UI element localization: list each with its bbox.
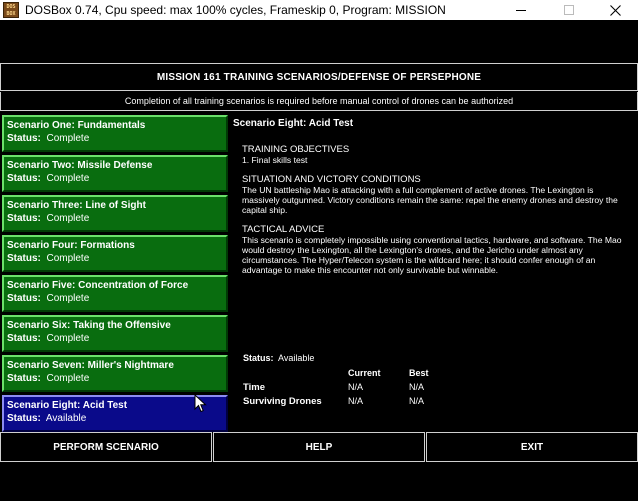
- scenario-status: Status: Complete: [7, 372, 226, 386]
- action-bar: PERFORM SCENARIO HELP EXIT: [0, 432, 638, 462]
- status-value: Available: [278, 353, 315, 363]
- drones-best-value: N/A: [409, 396, 425, 406]
- scenario-detail-panel: Scenario Eight: Acid Test TRAINING OBJEC…: [233, 113, 636, 431]
- section-text: The UN battleship Mao is attacking with …: [242, 185, 618, 215]
- scenario-status: Status: Available: [7, 412, 226, 426]
- perform-scenario-button[interactable]: PERFORM SCENARIO: [0, 432, 212, 462]
- status-label: Status:: [7, 333, 41, 344]
- mission-title: MISSION 161 TRAINING SCENARIOS/DEFENSE O…: [0, 63, 638, 91]
- scenario-name: Scenario Three: Line of Sight: [7, 200, 146, 211]
- window-title: DOSBox 0.74, Cpu speed: max 100% cycles,…: [25, 3, 446, 17]
- exit-button[interactable]: EXIT: [426, 432, 638, 462]
- scenario-status: Status: Complete: [7, 252, 226, 266]
- status-value: Complete: [46, 173, 90, 184]
- status-label: Status:: [7, 253, 41, 264]
- section-text: 1. Final skills test: [242, 155, 308, 165]
- drones-current-value: N/A: [348, 396, 364, 406]
- tactical-advice-section: TACTICAL ADVICE This scenario is complet…: [242, 224, 626, 276]
- status-value: Complete: [46, 133, 90, 144]
- maximize-icon: [564, 5, 574, 15]
- status-label: Status:: [7, 373, 41, 384]
- minimize-icon: [516, 10, 526, 11]
- scenario-name: Scenario One: Fundamentals: [7, 120, 146, 131]
- row-label-time: Time: [243, 382, 266, 393]
- mouse-pointer-icon: [194, 394, 207, 413]
- time-best-value: N/A: [409, 382, 425, 392]
- section-text: This scenario is completely impossible u…: [242, 235, 622, 275]
- help-button[interactable]: HELP: [213, 432, 425, 462]
- scenario-item-three[interactable]: Scenario Three: Line of Sight Status: Co…: [2, 195, 228, 232]
- scenario-name: Scenario Seven: Miller's Nightmare: [7, 360, 174, 371]
- scenario-item-seven[interactable]: Scenario Seven: Miller's Nightmare Statu…: [2, 355, 228, 392]
- scenario-name: Scenario Six: Taking the Offensive: [7, 320, 171, 331]
- scenario-status: Status: Complete: [7, 172, 226, 186]
- scenario-item-five[interactable]: Scenario Five: Concentration of Force St…: [2, 275, 228, 312]
- victory-conditions-section: SITUATION AND VICTORY CONDITIONS The UN …: [242, 174, 626, 216]
- status-label: Status:: [7, 413, 41, 424]
- status-value: Complete: [46, 373, 90, 384]
- column-header-current: Current: [348, 368, 381, 378]
- status-value: Available: [45, 413, 87, 424]
- status-label: Status:: [7, 213, 41, 224]
- scenario-item-two[interactable]: Scenario Two: Missile Defense Status: Co…: [2, 155, 228, 192]
- time-current-value: N/A: [348, 382, 364, 392]
- scenario-item-one[interactable]: Scenario One: Fundamentals Status: Compl…: [2, 115, 228, 152]
- training-objectives-section: TRAINING OBJECTIVES 1. Final skills test: [242, 144, 626, 166]
- status-label: Status:: [243, 353, 274, 363]
- scenario-status: Status: Complete: [7, 292, 226, 306]
- status-label: Status:: [7, 173, 41, 184]
- training-notice: Completion of all training scenarios is …: [0, 92, 638, 111]
- scenario-name: Scenario Four: Formations: [7, 240, 135, 251]
- status-value: Complete: [46, 333, 90, 344]
- status-value: Complete: [46, 293, 90, 304]
- column-header-best: Best: [409, 368, 429, 378]
- minimize-button[interactable]: [498, 0, 544, 20]
- scenario-status: Status: Complete: [7, 132, 226, 146]
- scenario-status: Status: Complete: [7, 212, 226, 226]
- maximize-button[interactable]: [546, 0, 592, 20]
- section-heading: SITUATION AND VICTORY CONDITIONS: [242, 174, 421, 185]
- detail-title: Scenario Eight: Acid Test: [233, 118, 354, 129]
- status-value: Complete: [46, 213, 90, 224]
- dosbox-icon: DOS BOX: [3, 2, 19, 18]
- status-label: Status:: [7, 133, 41, 144]
- window-titlebar: DOS BOX DOSBox 0.74, Cpu speed: max 100%…: [0, 0, 638, 20]
- section-heading: TRAINING OBJECTIVES: [242, 144, 350, 155]
- scenario-item-six[interactable]: Scenario Six: Taking the Offensive Statu…: [2, 315, 228, 352]
- detail-status: Status: Available: [243, 353, 314, 363]
- scenario-item-four[interactable]: Scenario Four: Formations Status: Comple…: [2, 235, 228, 272]
- section-heading: TACTICAL ADVICE: [242, 224, 325, 235]
- scenario-name: Scenario Two: Missile Defense: [7, 160, 153, 171]
- close-button[interactable]: [592, 0, 638, 20]
- row-label-surviving-drones: Surviving Drones: [243, 396, 322, 407]
- status-label: Status:: [7, 293, 41, 304]
- scenario-name: Scenario Five: Concentration of Force: [7, 280, 189, 291]
- close-icon: [609, 4, 621, 16]
- scenario-status: Status: Complete: [7, 332, 226, 346]
- status-value: Complete: [46, 253, 90, 264]
